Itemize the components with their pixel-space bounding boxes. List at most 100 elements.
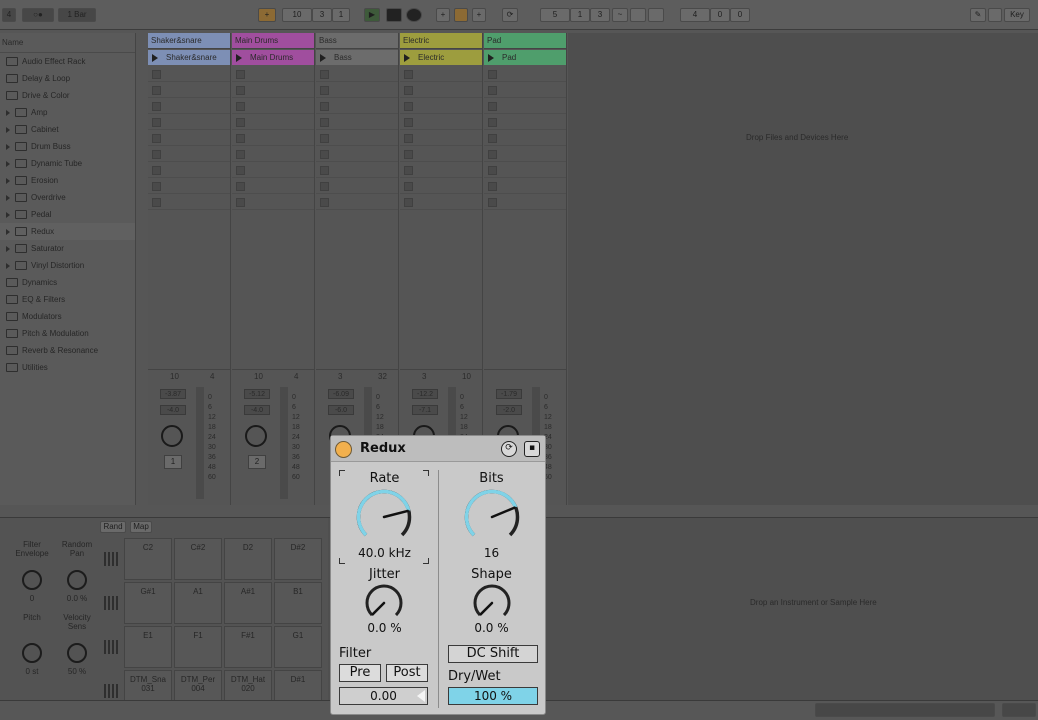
send-b-value[interactable]: 4 xyxy=(210,372,214,381)
clip-slot[interactable] xyxy=(316,194,398,210)
send-b-value[interactable]: 32 xyxy=(378,372,387,381)
loop-icon[interactable]: ⟳ xyxy=(502,8,518,22)
clip-slot[interactable] xyxy=(316,178,398,194)
metronome-button[interactable]: ○● xyxy=(22,8,54,22)
clip-slot[interactable] xyxy=(484,66,566,82)
track-activator-button[interactable]: 2 xyxy=(248,455,266,469)
browser-item[interactable]: Amp xyxy=(0,104,135,121)
follow-button[interactable]: + xyxy=(258,8,276,22)
macro-knob[interactable] xyxy=(67,570,87,590)
browser-item[interactable]: Audio Effect Rack xyxy=(0,53,135,70)
filter-post-button[interactable]: Post xyxy=(386,664,428,682)
rand-button[interactable]: Rand xyxy=(100,521,126,533)
clip-slot-filled[interactable]: Pad xyxy=(484,50,566,65)
browser-item[interactable]: Pedal xyxy=(0,206,135,223)
clip-slot[interactable] xyxy=(232,178,314,194)
loop-end-field[interactable]: 3 xyxy=(590,8,610,22)
clip-slot[interactable] xyxy=(148,66,230,82)
clip-play-icon[interactable] xyxy=(404,54,410,62)
shape-knob[interactable] xyxy=(472,583,512,623)
clip-slot[interactable] xyxy=(148,146,230,162)
detail-drop-area[interactable]: Drop Files and Devices Here xyxy=(568,33,1038,505)
pad-bank-icon[interactable] xyxy=(104,640,118,654)
send-a-value[interactable]: 10 xyxy=(254,372,263,381)
clip-slot[interactable] xyxy=(232,66,314,82)
clip-slot[interactable] xyxy=(232,146,314,162)
track-title[interactable]: Electric xyxy=(400,33,482,49)
send-a-value[interactable]: 3 xyxy=(338,372,342,381)
browser-item[interactable]: EQ & Filters xyxy=(0,291,135,308)
clip-slot[interactable] xyxy=(316,146,398,162)
browser-item[interactable]: Delay & Loop xyxy=(0,70,135,87)
clip-slot-filled[interactable]: Shaker&snare xyxy=(148,50,230,65)
rate-knob[interactable] xyxy=(355,488,413,546)
clip-play-icon[interactable] xyxy=(488,54,494,62)
length-c-field[interactable]: 0 xyxy=(730,8,750,22)
pencil-icon[interactable]: ✎ xyxy=(970,8,986,22)
clip-slot[interactable] xyxy=(484,98,566,114)
clip-slot[interactable] xyxy=(148,194,230,210)
clip-slot[interactable] xyxy=(316,130,398,146)
expand-arrow-icon[interactable] xyxy=(6,160,10,167)
clip-slot[interactable] xyxy=(484,82,566,98)
punch-in-icon[interactable] xyxy=(630,8,646,22)
quantize-menu[interactable]: 1 Bar xyxy=(58,8,96,22)
expand-arrow-icon[interactable] xyxy=(6,262,10,269)
save-preset-icon[interactable]: ▪ xyxy=(524,441,540,457)
browser-item[interactable]: Utilities xyxy=(0,359,135,376)
bar-field[interactable]: 10 xyxy=(282,8,312,22)
save-icon[interactable] xyxy=(988,8,1002,22)
macro-knob[interactable] xyxy=(22,570,42,590)
pad-bank-icon[interactable] xyxy=(104,596,118,610)
macro-value[interactable]: 0.0 % xyxy=(55,594,99,603)
volume-field[interactable]: -6.09 xyxy=(328,389,354,399)
clip-slot[interactable] xyxy=(400,66,482,82)
clip-slot[interactable] xyxy=(316,82,398,98)
clip-slot[interactable] xyxy=(232,98,314,114)
browser-item[interactable]: Cabinet xyxy=(0,121,135,138)
stop-icon[interactable] xyxy=(386,8,402,22)
clip-slot[interactable] xyxy=(400,82,482,98)
expand-arrow-icon[interactable] xyxy=(6,228,10,235)
macro-value[interactable]: 0 xyxy=(10,594,54,603)
back-to-arrangement-button[interactable]: + xyxy=(472,8,486,22)
device-power-button[interactable] xyxy=(335,441,352,458)
track-title[interactable]: Shaker&snare xyxy=(148,33,230,49)
clip-slot[interactable] xyxy=(400,98,482,114)
key-map-button[interactable]: Key xyxy=(1004,8,1030,22)
filter-frequency-field[interactable]: 0.00 xyxy=(339,687,428,705)
track-title[interactable]: Pad xyxy=(484,33,566,49)
drum-pad[interactable]: B1 xyxy=(274,582,322,624)
clip-slot[interactable] xyxy=(400,130,482,146)
browser-item[interactable]: Vinyl Distortion xyxy=(0,257,135,274)
clip-slot[interactable] xyxy=(316,66,398,82)
clip-slot[interactable] xyxy=(232,162,314,178)
clip-play-icon[interactable] xyxy=(320,54,326,62)
clip-slot[interactable] xyxy=(400,178,482,194)
clip-slot-filled[interactable]: Main Drums xyxy=(232,50,314,65)
expand-arrow-icon[interactable] xyxy=(6,194,10,201)
drum-pad[interactable]: C#2 xyxy=(174,538,222,580)
clip-slot[interactable] xyxy=(232,194,314,210)
expand-arrow-icon[interactable] xyxy=(6,245,10,252)
clip-slot[interactable] xyxy=(400,146,482,162)
clip-slot[interactable] xyxy=(232,114,314,130)
draw-mode-icon[interactable]: ~ xyxy=(612,8,628,22)
macro-knob[interactable] xyxy=(67,643,87,663)
pan-field[interactable]: -4.0 xyxy=(160,405,186,415)
volume-field[interactable]: -12.2 xyxy=(412,389,438,399)
clip-slot[interactable] xyxy=(232,130,314,146)
send-a-value[interactable]: 3 xyxy=(422,372,426,381)
drum-pad[interactable]: G#1 xyxy=(124,582,172,624)
clip-slot[interactable] xyxy=(400,114,482,130)
clip-slot[interactable] xyxy=(400,194,482,210)
tempo-field[interactable]: 4 xyxy=(2,8,16,22)
jitter-value[interactable]: 0.0 % xyxy=(331,621,438,635)
clip-slot[interactable] xyxy=(148,178,230,194)
drywet-field[interactable]: 100 % xyxy=(448,687,538,705)
pan-field[interactable]: -6.0 xyxy=(328,405,354,415)
browser-item[interactable]: Modulators xyxy=(0,308,135,325)
clip-slot[interactable] xyxy=(148,82,230,98)
browser-item[interactable]: Drum Buss xyxy=(0,138,135,155)
browser-item[interactable]: Dynamic Tube xyxy=(0,155,135,172)
